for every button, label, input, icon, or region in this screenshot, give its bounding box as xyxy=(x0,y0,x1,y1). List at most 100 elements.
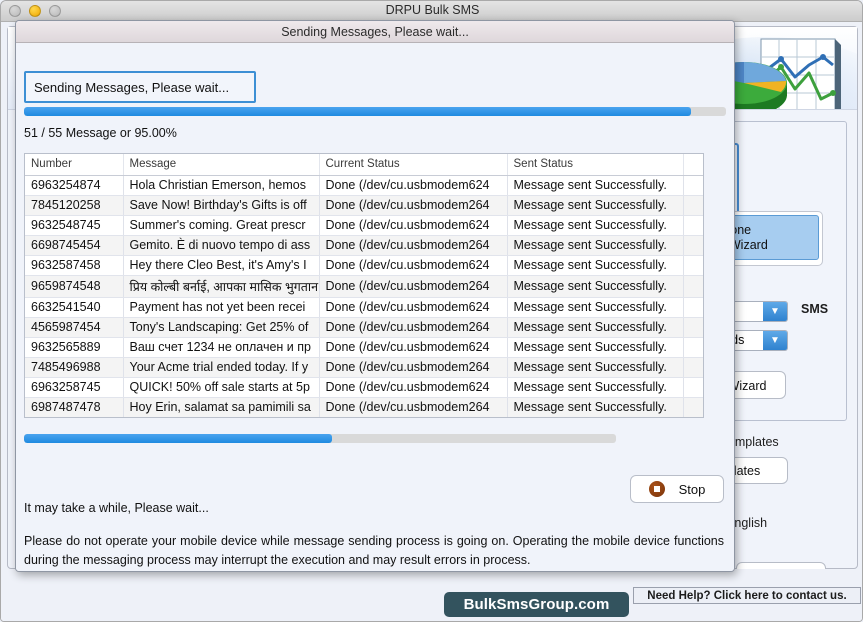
chevron-down-icon-2: ▼ xyxy=(763,331,787,350)
cell-spacer xyxy=(683,377,703,398)
dialog-titlebar: Sending Messages, Please wait... xyxy=(16,21,734,43)
sending-messages-dialog: Sending Messages, Please wait... Sending… xyxy=(15,20,735,572)
cell-message-text: Gemito. È di nuovo tempo di ass xyxy=(123,235,320,256)
cell-message-number: 9659874548 xyxy=(25,275,124,298)
cell-spacer xyxy=(683,255,703,276)
cell-sent-status: Message sent Successfully. xyxy=(507,175,684,196)
cell-current-status: Done (/dev/cu.usbmodem624 xyxy=(319,255,508,276)
table-row[interactable]: 6632541540 Payment has not yet been recei… xyxy=(25,297,703,318)
messages-table-body: 6963254874 Hola Christian Emerson, hemos D… xyxy=(25,175,704,418)
current-message-progress-bar xyxy=(24,434,616,443)
column-header-message[interactable]: Message xyxy=(123,154,320,176)
cell-current-status: Done (/dev/cu.usbmodem264 xyxy=(319,357,508,378)
table-row[interactable]: 9632587458 Hey there Cleo Best, it's Amy'… xyxy=(25,255,703,276)
stop-icon xyxy=(648,481,665,497)
cell-spacer xyxy=(683,417,704,418)
cell-message-text: QUICK! 50% off sale starts at 5p xyxy=(123,377,320,398)
cell-spacer xyxy=(683,337,703,358)
cell-message-text: Save Now! Birthday's Gifts is off xyxy=(123,195,320,216)
table-row[interactable]: 6987487478 Hoy Erin, salamat sa pamimili … xyxy=(25,397,703,417)
cell-sent-status: Message sent Successfully. xyxy=(507,275,684,298)
cell-message-number: 4565987454 xyxy=(25,317,124,338)
cell-message-number: 6963254874 xyxy=(25,175,124,196)
table-row[interactable]: 4565987454 Tony's Landscaping: Get 25% of… xyxy=(25,317,703,338)
cell-sent-status: Message sent Successfully. xyxy=(507,317,684,338)
table-row[interactable]: 6963254874 Hola Christian Emerson, hemos D… xyxy=(25,175,703,196)
cell-message-text: Hey there Cleo Best, it's Amy's I xyxy=(123,255,320,276)
cell-message-text: Hola Christian Emerson, hemos xyxy=(123,175,320,196)
cell-sent-status: Message sent Successfully. xyxy=(507,337,684,358)
table-row[interactable]: 9632565889 Ваш счет 1234 не оплачен и пр D… xyxy=(25,337,703,358)
column-header-current-status[interactable]: Current Status xyxy=(319,154,508,176)
need-help-link[interactable]: Need Help? Click here to contact us. xyxy=(633,587,861,604)
status-message-box: Sending Messages, Please wait... xyxy=(24,71,256,103)
cell-current-status: Done (/dev/cu.usbmodem264 xyxy=(319,195,508,216)
cell-sent-status: Message sent Successfully. xyxy=(507,357,684,378)
cell-message-number: 9632565889 xyxy=(25,337,124,358)
cell-message-number: 9632587458 xyxy=(25,255,124,276)
current-message-progress-fill xyxy=(24,434,332,443)
main-window-title: DRPU Bulk SMS xyxy=(385,3,480,17)
cell-message-number: 7485496988 xyxy=(25,357,124,378)
cell-spacer xyxy=(683,195,703,216)
cell-spacer xyxy=(683,215,703,236)
cell-current-status: Done (/dev/cu.usbmodem624 xyxy=(319,175,508,196)
cell-current-status: Done (/dev/cu.usbmodem264 xyxy=(319,235,508,256)
cell-message-text: Ваш счет 1234 не оплачен и пр xyxy=(123,337,320,358)
main-window-titlebar: DRPU Bulk SMS xyxy=(1,1,862,22)
table-header-row: Number Message Current Status Sent Statu… xyxy=(25,154,703,176)
warning-message: Please do not operate your mobile device… xyxy=(24,534,724,567)
stop-button-label: Stop xyxy=(678,481,706,497)
overall-progress-bar xyxy=(24,107,726,116)
cell-message-number: 7786959898 xyxy=(25,417,123,418)
table-row[interactable]: 7845120258 Save Now! Birthday's Gifts is … xyxy=(25,195,703,216)
cell-message-text: Hello Elize, thanks for subscribin xyxy=(123,417,319,418)
cell-spacer xyxy=(683,397,703,417)
background-sms-label: SMS xyxy=(801,302,829,316)
cell-message-number: 6698745454 xyxy=(25,235,124,256)
cell-spacer xyxy=(683,317,703,338)
cell-current-status: Done (/dev/cu.usbmodem624 xyxy=(319,377,508,398)
cell-spacer xyxy=(683,297,703,318)
wait-message: It may take a while, Please wait... xyxy=(24,501,209,515)
table-row[interactable]: 7485496988 Your Acme trial ended today. I… xyxy=(25,357,703,378)
main-window: DRPU Bulk SMS Wizard ▼ SMS ▼ Wizard to T… xyxy=(0,0,863,622)
cell-current-status: Done (/dev/cu.usbmodem624 xyxy=(319,417,507,418)
cell-current-status: Done (/dev/cu.usbmodem624 xyxy=(319,337,508,358)
cell-spacer xyxy=(683,357,703,378)
cell-sent-status: Message sent Successfully. xyxy=(507,255,684,276)
table-row[interactable]: 6698745454 Gemito. È di nuovo tempo di as… xyxy=(25,235,703,256)
table-row[interactable]: 9632548745 Summer's coming. Great prescr D… xyxy=(25,215,703,236)
column-header-spacer xyxy=(683,154,703,176)
column-header-number[interactable]: Number xyxy=(25,154,124,176)
cell-message-text: Your Acme trial ended today. If y xyxy=(123,357,320,378)
cell-sent-status: Message sent Successfully. xyxy=(507,297,684,318)
stop-button[interactable]: Stop xyxy=(630,475,724,503)
bulksmsgroup-logo: BulkSmsGroup.com xyxy=(444,592,629,617)
cell-sent-status: Message sent Successfully. xyxy=(507,417,683,418)
cell-message-number: 6987487478 xyxy=(25,397,124,417)
cell-message-text: Payment has not yet been recei xyxy=(123,297,320,318)
cell-spacer xyxy=(683,175,703,196)
cell-message-text: Summer's coming. Great prescr xyxy=(123,215,320,236)
cell-message-text: Hoy Erin, salamat sa pamimili sa xyxy=(123,397,320,417)
app-root: DRPU Bulk SMS Wizard ▼ SMS ▼ Wizard to T… xyxy=(0,0,863,622)
cell-current-status: Done (/dev/cu.usbmodem264 xyxy=(319,397,508,417)
message-count-label: 51 / 55 Message or 95.00% xyxy=(24,126,177,140)
table-row[interactable]: 9659874548 प्रिय कोल्बी बर्नाई, आपका मासि… xyxy=(25,275,703,298)
cell-sent-status: Message sent Successfully. xyxy=(507,195,684,216)
table-row[interactable]: 6963258745 QUICK! 50% off sale starts at … xyxy=(25,377,703,398)
table-row[interactable]: 7786959898Hello Elize, thanks for subscr… xyxy=(25,417,704,418)
cell-current-status: Done (/dev/cu.usbmodem624 xyxy=(319,297,508,318)
dialog-title: Sending Messages, Please wait... xyxy=(281,25,469,39)
cell-sent-status: Message sent Successfully. xyxy=(507,397,684,417)
cell-message-number: 6963258745 xyxy=(25,377,124,398)
cell-message-number: 7845120258 xyxy=(25,195,124,216)
messages-table-container[interactable]: Number Message Current Status Sent Statu… xyxy=(24,153,704,418)
overall-progress-fill xyxy=(24,107,691,116)
cell-sent-status: Message sent Successfully. xyxy=(507,235,684,256)
column-header-sent-status[interactable]: Sent Status xyxy=(507,154,684,176)
cell-sent-status: Message sent Successfully. xyxy=(507,215,684,236)
cell-spacer xyxy=(683,235,703,256)
cell-sent-status: Message sent Successfully. xyxy=(507,377,684,398)
